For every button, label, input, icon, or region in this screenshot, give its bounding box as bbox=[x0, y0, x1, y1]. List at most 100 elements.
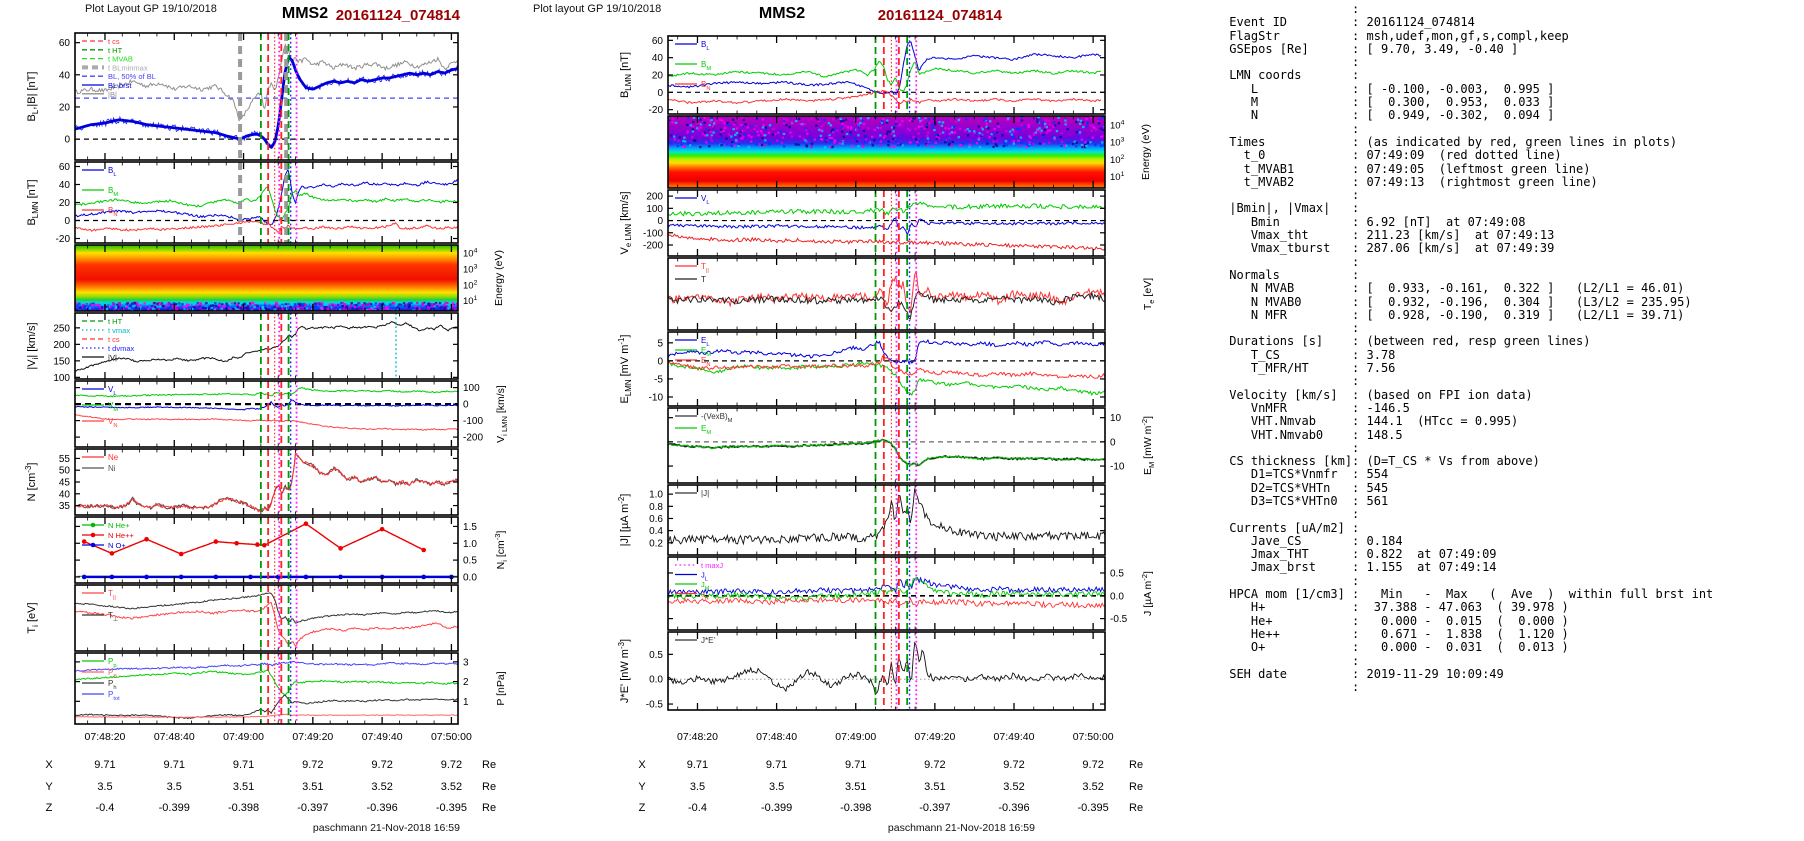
svg-text:9.71: 9.71 bbox=[687, 759, 708, 771]
svg-text:3.5: 3.5 bbox=[167, 781, 182, 793]
middle-panel-2: 2001000-100-200Ve LMN [km/s] VL bbox=[619, 189, 1106, 257]
svg-text:-5: -5 bbox=[654, 374, 663, 385]
middle-footer-credit: paschmann 21-Nov-2018 16:59 bbox=[887, 822, 1035, 834]
svg-text:104: 104 bbox=[1110, 119, 1125, 131]
svg-text:07:50:00: 07:50:00 bbox=[1073, 731, 1114, 743]
left-panel-0: 0 20 40 60 BL,|B| [nT] t cst HTt MVABt BLminm… bbox=[26, 32, 459, 161]
svg-text:9.71: 9.71 bbox=[94, 759, 115, 771]
middle-panel-4: 50-5-10ELMN [mV m-1] ELEMEN bbox=[617, 331, 1106, 407]
svg-text:0.4: 0.4 bbox=[649, 526, 663, 537]
svg-text:40: 40 bbox=[59, 180, 71, 191]
svg-text:9.72: 9.72 bbox=[371, 759, 392, 771]
svg-text:t HT: t HT bbox=[108, 317, 123, 326]
svg-text:-200: -200 bbox=[643, 241, 663, 252]
svg-text:Re: Re bbox=[1129, 759, 1143, 771]
svg-text:Re: Re bbox=[482, 759, 496, 771]
svg-text:101: 101 bbox=[1110, 171, 1125, 183]
svg-text:-0.397: -0.397 bbox=[297, 802, 328, 814]
svg-text:Z: Z bbox=[639, 802, 646, 814]
svg-text:J*E' [nW m-3]: J*E' [nW m-3] bbox=[617, 639, 631, 703]
svg-text:0: 0 bbox=[657, 88, 663, 99]
svg-text:10: 10 bbox=[1110, 413, 1122, 424]
svg-text:J*E': J*E' bbox=[701, 636, 715, 645]
middle-panel-3: Te [eV]T||T bbox=[667, 257, 1156, 331]
left-panel-7: Ti [eV]T||T⊥ bbox=[26, 584, 459, 652]
svg-text:0: 0 bbox=[64, 216, 70, 227]
left-panel-3: 100 150 200 250 |Vi| [km/s] t HTt vmaxt cst d… bbox=[26, 312, 459, 384]
svg-text:|B|: |B| bbox=[108, 90, 117, 99]
left-event-id: 20161124_074814 bbox=[335, 7, 460, 24]
svg-text:Ti [eV]: Ti [eV] bbox=[26, 602, 40, 633]
middle-panel-0: -200204060BLMN [nT]BLBMBN bbox=[619, 35, 1106, 116]
svg-text:BL, 50% of BL: BL, 50% of BL bbox=[108, 72, 156, 81]
svg-text:t HT: t HT bbox=[108, 46, 123, 55]
middle-event-id: 20161124_074814 bbox=[877, 7, 1002, 24]
middle-panel-7: 0.50.0-0.5J [µA m-2]t maxJJLJMJN bbox=[667, 556, 1154, 631]
left-panel-5: 3540455055 N [cm-3] Ne Ni bbox=[24, 448, 459, 516]
svg-text:3.51: 3.51 bbox=[302, 781, 323, 793]
svg-text:102: 102 bbox=[463, 279, 478, 291]
svg-text:-0.4: -0.4 bbox=[688, 802, 707, 814]
svg-text:07:48:20: 07:48:20 bbox=[85, 731, 126, 743]
left-panel-2: 104 103 102 101 Energy (eV) bbox=[74, 244, 505, 312]
svg-text:X: X bbox=[45, 759, 53, 771]
svg-text:BL brst: BL brst bbox=[108, 81, 132, 90]
svg-text:Vi LMN [km/s]: Vi LMN [km/s] bbox=[495, 385, 509, 443]
svg-text:-100: -100 bbox=[463, 416, 483, 427]
svg-text:3.5: 3.5 bbox=[769, 781, 784, 793]
svg-text:07:49:00: 07:49:00 bbox=[835, 731, 876, 743]
svg-text:07:48:20: 07:48:20 bbox=[677, 731, 718, 743]
svg-text:Ni: Ni bbox=[108, 464, 116, 473]
svg-text:X: X bbox=[638, 759, 646, 771]
svg-text:BL,|B| [nT]: BL,|B| [nT] bbox=[26, 72, 40, 122]
svg-text:Te [eV]: Te [eV] bbox=[1142, 278, 1156, 310]
left-panel-8: 123P [nPa]PpPBPhPtot bbox=[74, 652, 507, 725]
svg-text:07:49:20: 07:49:20 bbox=[292, 731, 333, 743]
svg-text:0: 0 bbox=[1110, 437, 1116, 448]
svg-text:N He++: N He++ bbox=[108, 531, 134, 540]
svg-text:07:49:40: 07:49:40 bbox=[994, 731, 1035, 743]
svg-text:100: 100 bbox=[53, 373, 70, 384]
left-panel-1: -200204060BLMN [nT]BLBMBN bbox=[26, 161, 459, 245]
svg-text:t BLminmax: t BLminmax bbox=[108, 63, 148, 72]
svg-text:3.51: 3.51 bbox=[845, 781, 866, 793]
svg-text:1.5: 1.5 bbox=[463, 522, 477, 533]
svg-text:Re: Re bbox=[1129, 802, 1143, 814]
svg-text:T: T bbox=[701, 275, 706, 284]
svg-text:Ni [cm-3]: Ni [cm-3] bbox=[493, 531, 509, 570]
svg-text:3.51: 3.51 bbox=[233, 781, 254, 793]
svg-text:9.71: 9.71 bbox=[233, 759, 254, 771]
svg-text:-100: -100 bbox=[643, 228, 663, 239]
svg-text:Energy (eV): Energy (eV) bbox=[493, 250, 505, 306]
svg-text:Re: Re bbox=[482, 781, 496, 793]
left-plot-column: 0204060BL,|B| [nT]t cst HTt MVABt BLminm… bbox=[24, 32, 509, 814]
svg-text:100: 100 bbox=[646, 204, 663, 215]
svg-text:Ve LMN [km/s]: Ve LMN [km/s] bbox=[619, 191, 633, 254]
svg-text:Y: Y bbox=[45, 781, 53, 793]
svg-text:-0.398: -0.398 bbox=[228, 802, 259, 814]
svg-text:BLMN [nT]: BLMN [nT] bbox=[619, 52, 633, 98]
svg-text:07:50:00: 07:50:00 bbox=[431, 731, 472, 743]
svg-text:103: 103 bbox=[463, 263, 478, 275]
svg-text:|V|: |V| bbox=[108, 353, 117, 362]
svg-text:-0.396: -0.396 bbox=[367, 802, 398, 814]
svg-text:N He+: N He+ bbox=[108, 521, 130, 530]
svg-text:t dvmax: t dvmax bbox=[108, 344, 135, 353]
svg-text:3.52: 3.52 bbox=[1082, 781, 1103, 793]
svg-text:3.52: 3.52 bbox=[371, 781, 392, 793]
svg-text:1.0: 1.0 bbox=[463, 539, 477, 550]
left-layout-label: Plot Layout GP 19/10/2018 bbox=[85, 3, 217, 15]
svg-text:BLMN [nT]: BLMN [nT] bbox=[26, 179, 40, 225]
svg-text:0.8: 0.8 bbox=[649, 502, 663, 513]
middle-panel-5: 100-10 EM [mW m-2]-(VexB)MEM bbox=[667, 407, 1156, 484]
middle-layout-label: Plot layout GP 19/10/2018 bbox=[533, 3, 662, 15]
svg-text:0: 0 bbox=[657, 216, 663, 227]
svg-text:35: 35 bbox=[59, 501, 71, 512]
svg-text:Y: Y bbox=[638, 781, 646, 793]
svg-text:101: 101 bbox=[463, 295, 478, 307]
svg-text:0.0: 0.0 bbox=[1110, 591, 1124, 602]
svg-text:102: 102 bbox=[1110, 154, 1125, 166]
svg-text:200: 200 bbox=[53, 340, 70, 351]
left-footer-credit: paschmann 21-Nov-2018 16:59 bbox=[312, 822, 460, 834]
svg-text:3: 3 bbox=[463, 657, 469, 668]
